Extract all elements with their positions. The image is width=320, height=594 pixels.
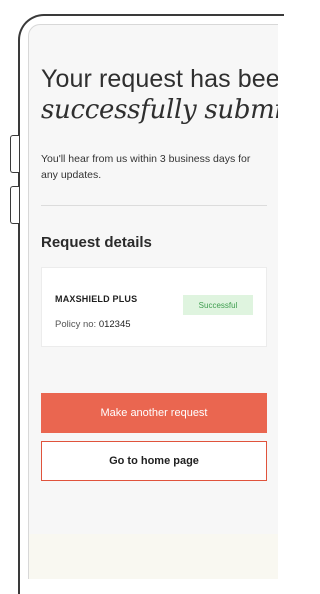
go-to-home-page-button[interactable]: Go to home page: [41, 441, 267, 481]
request-details-card: MAXSHIELD PLUS Policy no: 012345 Success…: [41, 267, 267, 347]
screen: Your request has been successfully submi…: [28, 24, 278, 579]
footer-strip: [29, 534, 278, 579]
policy-label: Policy no:: [55, 319, 99, 330]
page-title-emphasis: successfully submitted: [41, 95, 278, 125]
section-heading: Request details: [41, 234, 152, 251]
phone-side-button: [10, 135, 19, 173]
status-badge: Successful: [183, 295, 253, 315]
policy-line: Policy no: 012345: [55, 319, 131, 330]
product-name: MAXSHIELD PLUS: [55, 294, 138, 304]
confirmation-message: You'll hear from us within 3 business da…: [41, 153, 251, 181]
make-another-request-button[interactable]: Make another request: [41, 393, 267, 433]
policy-number: 012345: [98, 319, 131, 330]
divider: [41, 205, 267, 206]
page-title: Your request has been: [41, 65, 278, 93]
phone-side-button: [10, 186, 19, 224]
